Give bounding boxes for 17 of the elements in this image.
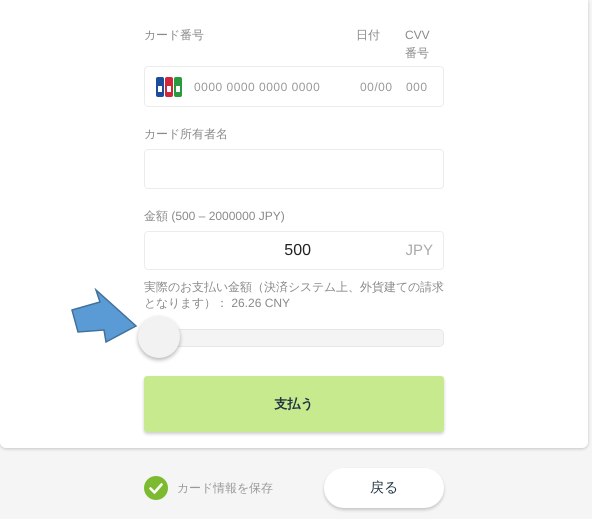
field-label: 金額 (500 – 2000000 JPY)	[144, 208, 286, 225]
expiry-field[interactable]: 00/00	[360, 80, 406, 94]
checkbox[interactable]	[144, 476, 168, 500]
card-number-field[interactable]: 0000 0000 0000 0000	[194, 80, 360, 94]
slider-thumb[interactable]	[138, 316, 180, 358]
card-brand-icon	[156, 76, 182, 96]
field-label: カード番号	[144, 27, 205, 44]
pay-button[interactable]: 支払う	[144, 376, 444, 432]
pointer-arrow-icon	[70, 288, 140, 344]
field-label: カード所有者名	[144, 126, 229, 143]
field-label: 日付	[356, 27, 381, 44]
field-label: CVV番号	[405, 27, 431, 62]
payment-note: 実際のお支払い金額（決済システム上、外貨建ての請求となります）： 26.26 CNY	[144, 279, 444, 311]
amount-input-field[interactable]: 500 JPY	[144, 231, 444, 270]
back-button[interactable]: 戻る	[324, 468, 444, 508]
checkbox-label: カード情報を保存	[177, 480, 273, 496]
cvv-field[interactable]: 000	[406, 80, 432, 94]
